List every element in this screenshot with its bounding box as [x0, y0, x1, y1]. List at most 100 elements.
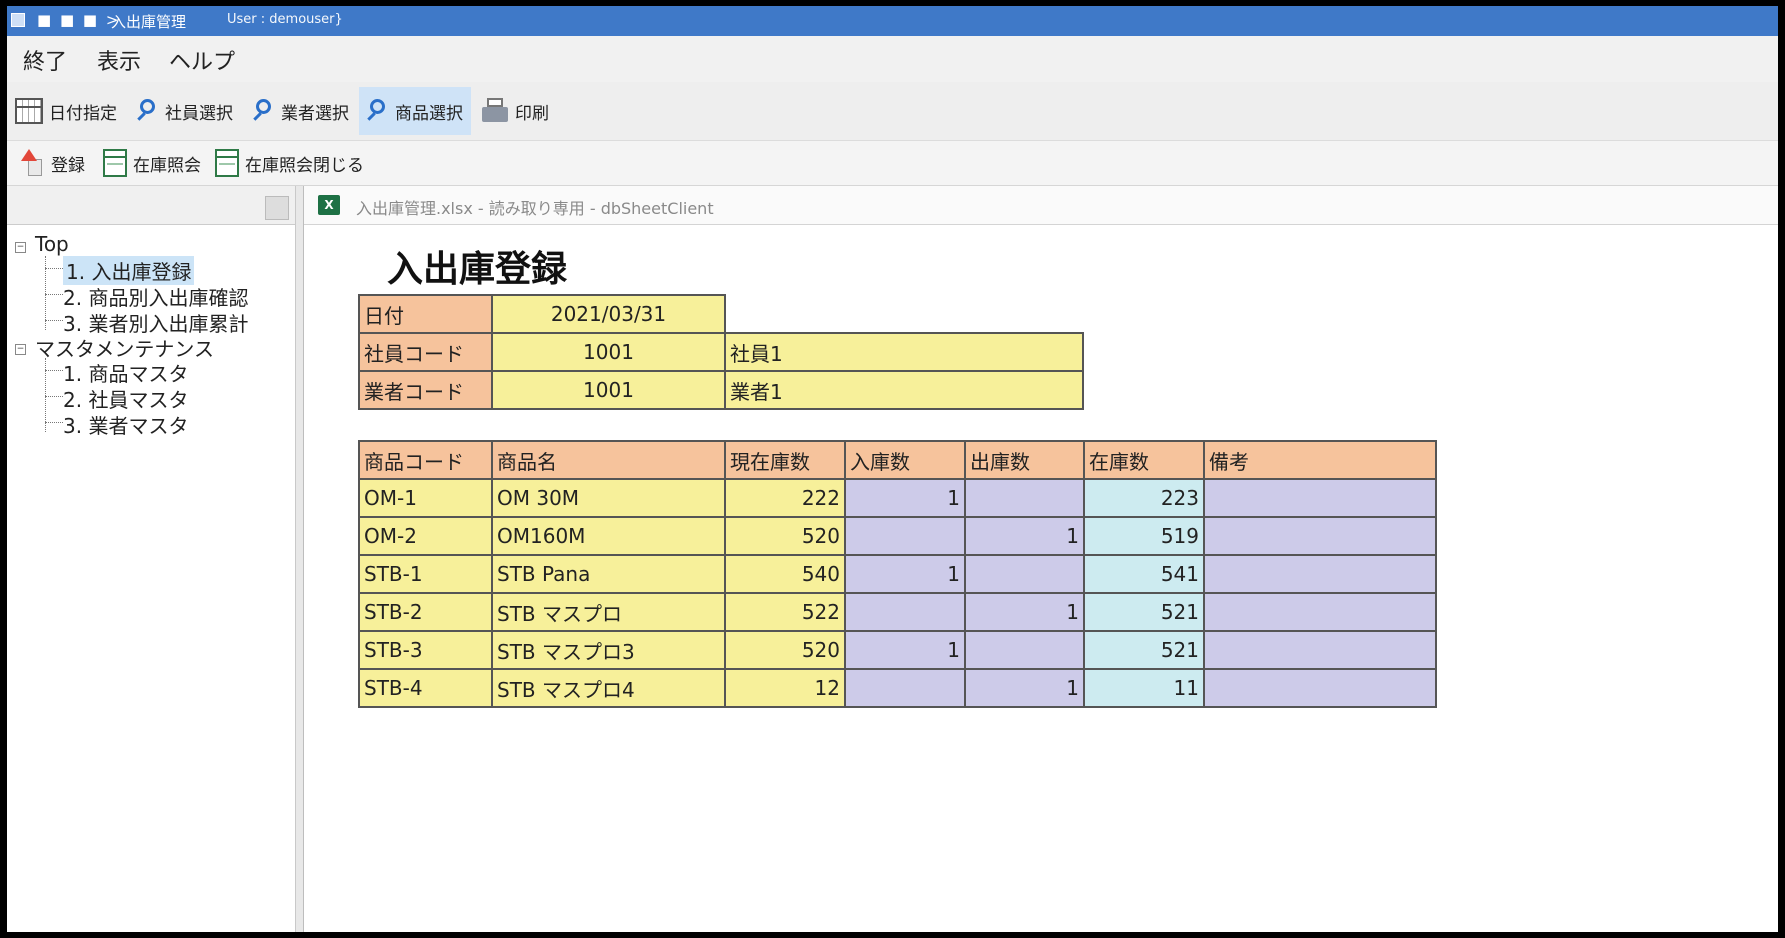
employee-row: 社員コード 1001 社員1: [358, 332, 1084, 372]
remarks-cell[interactable]: [1203, 516, 1437, 556]
out-qty-cell[interactable]: 1: [964, 516, 1085, 556]
stock-inquiry-label: 在庫照会: [133, 155, 201, 176]
date-label: 日付: [358, 294, 493, 334]
remarks-cell[interactable]: [1203, 668, 1437, 708]
remarks-cell[interactable]: [1203, 592, 1437, 632]
stock-qty-cell: 519: [1083, 516, 1205, 556]
table-row: OM-1 OM 30M 222 1 223: [358, 478, 1437, 518]
tree-item-product-master[interactable]: 1. 商品マスタ: [63, 358, 188, 387]
menu-exit[interactable]: 終了: [23, 44, 67, 76]
vendor-row: 業者コード 1001 業者1: [358, 370, 1084, 410]
product-code-cell: STB-3: [358, 630, 493, 670]
in-qty-cell[interactable]: 1: [844, 630, 966, 670]
header-info-table: 日付 2021/03/31 社員コード 1001 社員1 業者コード 1001 …: [358, 294, 1084, 410]
menu-view[interactable]: 表示: [97, 44, 141, 76]
vendor-select-button[interactable]: 業者選択: [249, 87, 349, 135]
table-row: STB-4 STB マスプロ4 12 1 11: [358, 668, 1437, 708]
stock-qty-cell: 11: [1083, 668, 1205, 708]
tree-item-product-inout-check[interactable]: 2. 商品別入出庫確認: [63, 282, 248, 311]
tree-item-vendor-master[interactable]: 3. 業者マスタ: [63, 410, 188, 439]
current-stock-cell: 520: [724, 516, 846, 556]
out-qty-cell[interactable]: [964, 554, 1085, 594]
vendor-code-value[interactable]: 1001: [491, 370, 726, 410]
tree-item-employee-master[interactable]: 2. 社員マスタ: [63, 384, 188, 413]
window-title: 入出庫管理: [111, 13, 187, 31]
in-qty-cell[interactable]: [844, 516, 966, 556]
stock-inquiry-close-label: 在庫照会閉じる: [245, 155, 364, 176]
navigation-panel: − Top 1. 入出庫登録 2. 商品別入出庫確認 3. 業者別入出庫累計 −…: [7, 186, 296, 932]
employee-code-value[interactable]: 1001: [491, 332, 726, 372]
date-select-label: 日付指定: [49, 103, 117, 124]
sheet-icon: [103, 149, 127, 177]
table-row: OM-2 OM160M 520 1 519: [358, 516, 1437, 556]
search-icon: [363, 98, 389, 124]
in-qty-cell[interactable]: 1: [844, 478, 966, 518]
employee-select-label: 社員選択: [165, 103, 233, 124]
out-qty-cell[interactable]: 1: [964, 592, 1085, 632]
stock-inquiry-button[interactable]: 在庫照会: [103, 139, 201, 187]
user-label: User : demouser}: [227, 12, 343, 27]
out-qty-cell[interactable]: [964, 478, 1085, 518]
product-name-cell: STB マスプロ3: [491, 630, 726, 670]
out-qty-cell[interactable]: [964, 630, 1085, 670]
quick-access-toolbar[interactable]: ■ ■ ■ >: [37, 11, 120, 29]
product-name-cell: OM160M: [491, 516, 726, 556]
calendar-icon: [15, 98, 43, 124]
employee-select-button[interactable]: 社員選択: [133, 87, 233, 135]
tree-connector: [45, 320, 63, 321]
register-label: 登録: [51, 155, 85, 176]
vendor-select-label: 業者選択: [281, 103, 349, 124]
upload-arrow-icon: [19, 149, 45, 177]
vendor-code-label: 業者コード: [358, 370, 493, 410]
product-code-cell: STB-1: [358, 554, 493, 594]
search-icon: [249, 98, 275, 124]
sheet-title: 入出庫登録: [387, 249, 568, 290]
tree-connector: [45, 422, 63, 423]
in-qty-cell[interactable]: 1: [844, 554, 966, 594]
date-value[interactable]: 2021/03/31: [491, 294, 726, 334]
employee-code-label: 社員コード: [358, 332, 493, 372]
panel-splitter[interactable]: [296, 186, 303, 932]
collapse-icon[interactable]: −: [15, 344, 26, 355]
empty-cell: [725, 295, 1083, 333]
product-name-cell: STB Pana: [491, 554, 726, 594]
table-row: STB-3 STB マスプロ3 520 1 521: [358, 630, 1437, 670]
print-button[interactable]: 印刷: [481, 87, 549, 135]
tree-connector: [45, 396, 63, 397]
stock-qty-cell: 521: [1083, 630, 1205, 670]
tree-item-inout-register[interactable]: 1. 入出庫登録: [63, 256, 195, 285]
stock-qty-cell: 521: [1083, 592, 1205, 632]
out-qty-cell[interactable]: 1: [964, 668, 1085, 708]
employee-name-value[interactable]: 社員1: [724, 332, 1084, 372]
inventory-table: 商品コード 商品名 現在庫数 入庫数 出庫数 在庫数 備考 OM-1 OM 30M…: [358, 440, 1437, 708]
remarks-cell[interactable]: [1203, 630, 1437, 670]
date-select-button[interactable]: 日付指定: [15, 87, 117, 135]
collapse-icon[interactable]: −: [15, 242, 26, 253]
search-icon: [133, 98, 159, 124]
panel-pin-button[interactable]: [265, 196, 289, 220]
tree-connector: [45, 268, 63, 269]
table-row: STB-1 STB Pana 540 1 541: [358, 554, 1437, 594]
stock-inquiry-close-button[interactable]: 在庫照会閉じる: [215, 139, 364, 187]
in-qty-cell[interactable]: [844, 668, 966, 708]
in-qty-cell[interactable]: [844, 592, 966, 632]
remarks-cell[interactable]: [1203, 478, 1437, 518]
register-button[interactable]: 登録: [19, 139, 85, 187]
tree-connector: [45, 370, 63, 371]
stock-qty-cell: 223: [1083, 478, 1205, 518]
excel-icon: X: [318, 195, 340, 215]
product-code-cell: OM-1: [358, 478, 493, 518]
product-name-cell: STB マスプロ: [491, 592, 726, 632]
remarks-cell[interactable]: [1203, 554, 1437, 594]
stock-qty-cell: 541: [1083, 554, 1205, 594]
column-header: 商品名: [491, 440, 726, 480]
title-bar: ■ ■ ■ > 入出庫管理 User : demouser}: [7, 6, 1778, 36]
print-label: 印刷: [515, 103, 549, 124]
tree-node-top[interactable]: Top: [35, 232, 69, 256]
sheet-icon: [215, 149, 239, 177]
table-header-row: 商品コード 商品名 現在庫数 入庫数 出庫数 在庫数 備考: [358, 440, 1437, 480]
product-select-button[interactable]: 商品選択: [359, 87, 471, 135]
vendor-name-value[interactable]: 業者1: [724, 370, 1084, 410]
menu-help[interactable]: ヘルプ: [169, 44, 235, 76]
app-icon: [11, 13, 25, 27]
